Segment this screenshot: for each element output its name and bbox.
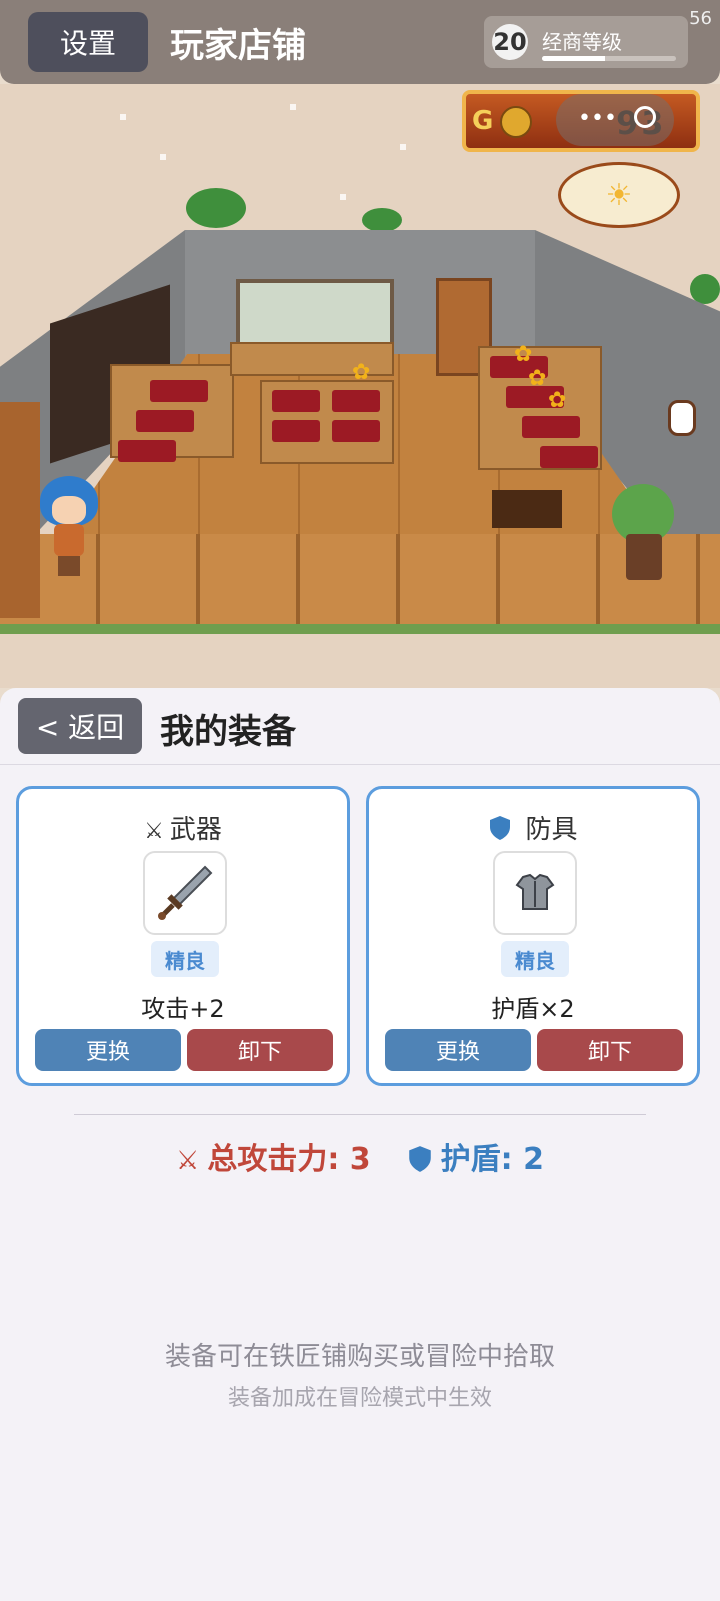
settings-button[interactable]: 设置 (28, 12, 148, 72)
chestplate-icon (515, 873, 555, 910)
level-number: 20 (492, 24, 528, 60)
page-title: 玩家店铺 (170, 26, 306, 66)
armor-swap-button[interactable]: 更换 (385, 1029, 531, 1071)
armor-rarity-badge: 精良 (501, 941, 569, 977)
armor-slot-label: 防具 (525, 815, 578, 845)
crossed-swords-icon: ⚔ (176, 1146, 200, 1176)
hint-secondary: 装备加成在冒险模式中生效 (227, 1386, 492, 1411)
equipment-totals: ⚔ 总攻击力: 3 护盾: 2 (0, 1134, 720, 1178)
weapon-item-slot[interactable] (143, 851, 227, 935)
weapon-swap-button[interactable]: 更换 (35, 1029, 181, 1071)
top-bar: 设置 玩家店铺 20 经商等级 56 (0, 0, 720, 84)
panel-title: 我的装备 (160, 712, 296, 752)
sunflower-icon: ✿ (514, 342, 533, 367)
armor-slot-card: 防具 精良 护盾×2 更换 卸下 (366, 786, 700, 1086)
display-slot[interactable] (272, 420, 320, 442)
grass-strip (0, 624, 720, 634)
divider (74, 1114, 646, 1115)
character-body (54, 524, 84, 556)
shield-icon (407, 1146, 433, 1176)
weapon-slot-card: ⚔ 武器 精良 攻击+2 更换 卸下 (16, 786, 350, 1086)
hint-primary: 装备可在铁匠铺购买或冒险中拾取 (164, 1342, 555, 1372)
weapon-unequip-button[interactable]: 卸下 (187, 1029, 333, 1071)
tree (690, 274, 720, 304)
back-button[interactable]: < 返回 (18, 698, 142, 754)
potted-plant-pot (626, 534, 662, 580)
character-legs (58, 556, 80, 576)
gold-prefix: G (472, 106, 494, 136)
sunflower-icon: ✿ (352, 360, 371, 385)
wall-clock-icon (668, 400, 696, 436)
crossed-swords-icon: ⚔ (144, 819, 164, 844)
weapon-rarity-badge: 精良 (151, 941, 219, 977)
armor-unequip-button[interactable]: 卸下 (537, 1029, 683, 1071)
sword-icon (158, 865, 213, 920)
total-shield-label: 护盾: 2 (440, 1142, 544, 1177)
armor-slot-header: 防具 (369, 809, 697, 846)
tree (362, 208, 402, 232)
equipment-panel: < 返回 我的装备 ⚔ 武器 精良 攻击+2 更换 卸下 防具 精良 护盾×2 … (0, 688, 720, 1601)
panel-header: < 返回 我的装备 (0, 688, 720, 765)
total-attack: ⚔ 总攻击力: 3 (176, 1134, 371, 1178)
armor-stat: 护盾×2 (491, 995, 575, 1023)
level-progress-fill (542, 56, 605, 61)
business-level-panel[interactable]: 20 经商等级 (484, 16, 688, 68)
snow-particle (290, 104, 296, 110)
armor-item-slot[interactable] (493, 851, 577, 935)
shield-icon (488, 816, 519, 844)
display-slot[interactable] (522, 416, 580, 438)
weather-sun-cloud-icon: ☀ (558, 162, 680, 228)
snow-particle (400, 144, 406, 150)
display-slot[interactable] (540, 446, 598, 468)
character-face (52, 496, 86, 524)
total-attack-label: 总攻击力: 3 (207, 1142, 371, 1177)
front-floor (0, 534, 720, 626)
floor-hatch[interactable] (492, 490, 562, 528)
display-slot[interactable] (272, 390, 320, 412)
sunflower-icon: ✿ (548, 388, 567, 413)
corner-number: 56 (689, 8, 712, 29)
left-door[interactable] (0, 402, 40, 618)
level-progress-bar (542, 56, 676, 61)
snow-particle (340, 194, 346, 200)
display-slot[interactable] (136, 410, 194, 432)
weapon-stat: 攻击+2 (141, 995, 225, 1023)
player-character[interactable] (40, 476, 98, 576)
weapon-slot-header: ⚔ 武器 (19, 809, 347, 846)
more-menu-icon[interactable]: ••• (578, 106, 617, 131)
snow-particle (120, 114, 126, 120)
weapon-slot-label: 武器 (169, 815, 222, 845)
miniapp-capsule[interactable]: ••• (556, 94, 674, 146)
display-slot[interactable] (332, 390, 380, 412)
display-slot[interactable] (118, 440, 176, 462)
shop-scene[interactable]: ✿ ✿ ✿ ✿ G 93 ☀ (0, 84, 720, 688)
sunflower-icon: ✿ (528, 366, 547, 391)
level-label: 经商等级 (542, 30, 622, 54)
tree (186, 188, 246, 228)
display-slot[interactable] (332, 420, 380, 442)
total-shield: 护盾: 2 (407, 1134, 544, 1178)
snow-particle (160, 154, 166, 160)
display-slot[interactable] (150, 380, 208, 402)
close-miniapp-icon[interactable] (634, 106, 656, 128)
gold-coin-icon (500, 106, 532, 138)
